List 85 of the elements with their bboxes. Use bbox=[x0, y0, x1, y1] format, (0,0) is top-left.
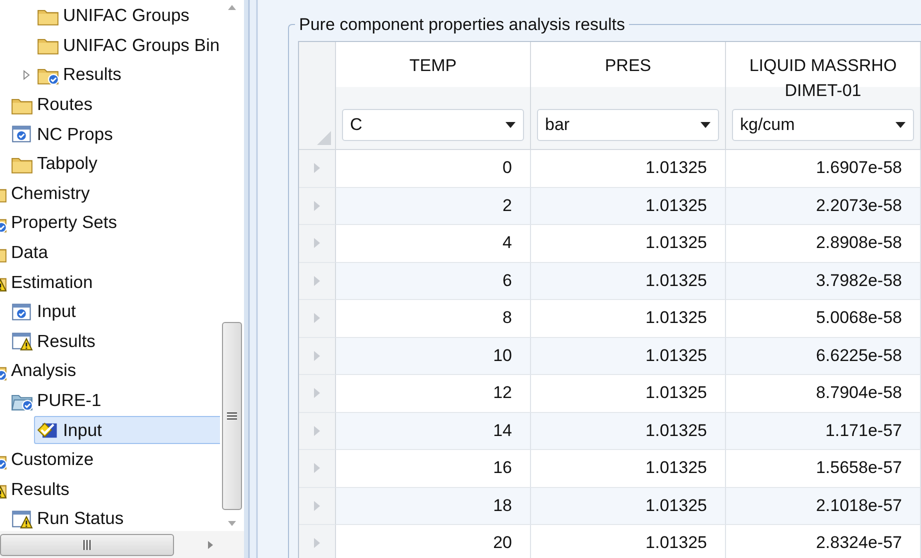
unit-dropdown[interactable]: bar bbox=[537, 109, 719, 141]
form-warning-icon bbox=[11, 331, 33, 352]
row-pointer-icon bbox=[314, 463, 320, 474]
table-cell: 18 bbox=[336, 488, 531, 525]
row-pointer-icon bbox=[314, 200, 320, 211]
row-pointer-icon bbox=[314, 538, 320, 548]
tree-item[interactable]: Run Status bbox=[8, 504, 131, 531]
table-cell: 14 bbox=[336, 412, 531, 450]
column-header: LIQUID MASSRHO DIMET-01 bbox=[748, 55, 898, 102]
table-cell: 6 bbox=[336, 262, 531, 300]
row-header[interactable] bbox=[299, 338, 336, 375]
tree-item[interactable]: Property Sets bbox=[0, 208, 124, 237]
row-pointer-icon bbox=[314, 238, 320, 248]
unit-dropdown[interactable]: kg/cum bbox=[732, 109, 914, 141]
table-cell: 1.171e-57 bbox=[726, 412, 921, 450]
grip-icon bbox=[83, 540, 91, 550]
tree-item[interactable]: Tabpoly bbox=[8, 150, 104, 178]
table-cell: 2.1018e-57 bbox=[726, 488, 921, 525]
scroll-right-icon[interactable] bbox=[208, 540, 214, 550]
tree-item[interactable]: Input bbox=[8, 298, 83, 326]
scroll-thumb[interactable] bbox=[0, 534, 174, 556]
row-header[interactable] bbox=[299, 450, 336, 488]
tree-item[interactable]: UNIFAC Groups Bin bbox=[34, 31, 220, 60]
tree-item[interactable]: Data bbox=[0, 238, 55, 267]
scroll-down-icon[interactable] bbox=[227, 521, 237, 527]
row-pointer-icon bbox=[314, 276, 320, 286]
expand-icon[interactable] bbox=[22, 70, 32, 80]
select-all-corner[interactable] bbox=[299, 42, 336, 150]
tree-item[interactable]: Results bbox=[34, 60, 128, 89]
form-warning-icon bbox=[11, 508, 33, 529]
tree-item[interactable]: PURE-1 bbox=[8, 386, 108, 415]
table-cell: 1.01325 bbox=[531, 338, 726, 375]
row-header[interactable] bbox=[299, 488, 336, 525]
tree-item[interactable]: Results bbox=[0, 475, 76, 504]
corner-triangle-icon bbox=[317, 131, 331, 145]
splitter[interactable] bbox=[244, 0, 262, 558]
tree-item[interactable]: Input bbox=[34, 416, 220, 444]
form-check-icon bbox=[11, 124, 33, 144]
tree-item[interactable]: Results bbox=[8, 327, 102, 356]
row-header[interactable] bbox=[299, 525, 336, 558]
grip-icon bbox=[227, 412, 237, 420]
column-header: PRES bbox=[604, 55, 652, 77]
row-pointer-icon bbox=[314, 500, 320, 511]
row-header[interactable] bbox=[299, 375, 336, 412]
tree-item[interactable]: Chemistry bbox=[0, 179, 97, 208]
horizontal-scrollbar[interactable] bbox=[0, 531, 244, 558]
table-cell: 1.01325 bbox=[531, 262, 726, 300]
tree-item[interactable]: Routes bbox=[8, 90, 100, 119]
tree-item[interactable]: Estimation bbox=[0, 268, 100, 296]
group-title: Pure component properties analysis results bbox=[295, 15, 629, 35]
table-cell: 1.01325 bbox=[531, 525, 726, 558]
input-check-icon bbox=[37, 420, 59, 440]
scroll-thumb[interactable] bbox=[222, 322, 242, 510]
row-header[interactable] bbox=[299, 225, 336, 262]
table-cell: 20 bbox=[336, 525, 531, 558]
table-cell: 3.7982e-58 bbox=[726, 262, 921, 300]
tree-item[interactable]: Customize bbox=[0, 446, 101, 474]
row-header[interactable] bbox=[299, 262, 336, 300]
table-cell: 1.01325 bbox=[531, 412, 726, 450]
caret-icon bbox=[505, 122, 516, 128]
caret-icon bbox=[700, 122, 711, 128]
unit-dropdown[interactable]: C bbox=[342, 109, 524, 141]
form-check-icon bbox=[11, 302, 33, 322]
tree-item[interactable]: Analysis bbox=[0, 356, 84, 385]
row-header[interactable] bbox=[299, 412, 336, 450]
table-cell: 2.8324e-57 bbox=[726, 525, 921, 558]
row-pointer-icon bbox=[314, 388, 320, 398]
tree-item[interactable]: UNIFAC Groups bbox=[34, 2, 196, 30]
table-cell: 2.2073e-58 bbox=[726, 188, 921, 225]
row-pointer-icon bbox=[314, 163, 320, 174]
row-header[interactable] bbox=[299, 150, 336, 188]
table-cell: 1.01325 bbox=[531, 188, 726, 225]
scroll-up-icon[interactable] bbox=[227, 4, 237, 10]
table-cell: 2 bbox=[336, 188, 531, 225]
caret-icon bbox=[895, 122, 906, 128]
tree-item[interactable]: NC Props bbox=[8, 120, 120, 148]
table-cell: 1.01325 bbox=[531, 488, 726, 525]
row-pointer-icon bbox=[314, 426, 320, 436]
column-header: TEMP bbox=[409, 55, 457, 77]
table-cell: 10 bbox=[336, 338, 531, 375]
row-header[interactable] bbox=[299, 188, 336, 225]
row-header[interactable] bbox=[299, 300, 336, 338]
row-pointer-icon bbox=[314, 313, 320, 324]
table-cell: 6.6225e-58 bbox=[726, 338, 921, 375]
row-pointer-icon bbox=[314, 350, 320, 361]
